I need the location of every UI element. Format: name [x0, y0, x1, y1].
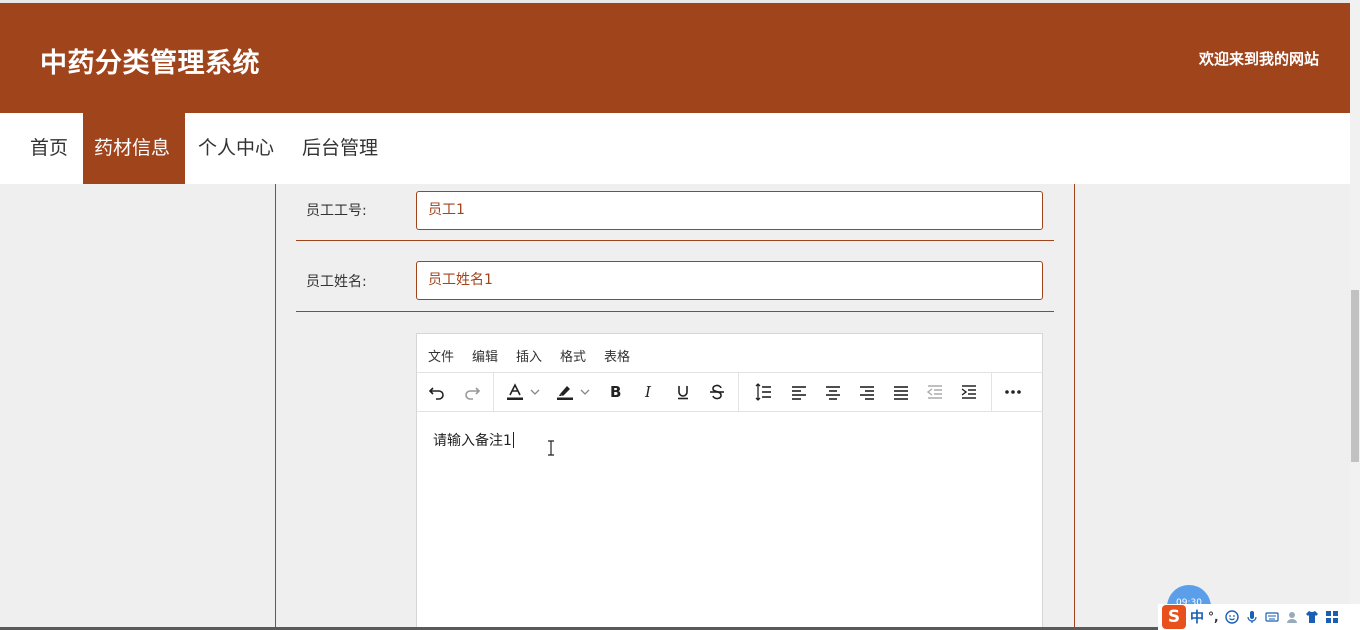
skin-shirt-icon[interactable] — [1305, 610, 1319, 624]
bold-icon[interactable]: B — [605, 382, 625, 402]
underline-icon[interactable] — [673, 382, 693, 402]
nav-herb-info[interactable]: 药材信息 — [83, 113, 185, 184]
toolbox-grid-icon[interactable] — [1325, 610, 1339, 624]
text-color-icon[interactable] — [505, 382, 525, 402]
menu-format[interactable]: 格式 — [560, 346, 586, 365]
editor-toolbar: B I — [417, 373, 1042, 412]
ibeam-cursor-icon — [548, 440, 554, 456]
align-left-icon[interactable] — [789, 382, 809, 402]
form-row-employee-id: 员工工号: 员工1 — [296, 184, 1054, 241]
indent-icon[interactable] — [959, 382, 979, 402]
ime-toolbar: S 中 °, — [1158, 604, 1360, 630]
main-nav: 首页 药材信息 个人中心 后台管理 — [0, 113, 1350, 184]
form-panel: 员工工号: 员工1 员工姓名: 员工姓名1 文件 编辑 插入 格式 表格 B I… — [275, 184, 1075, 630]
svg-text:B: B — [610, 383, 621, 401]
page-scrollbar[interactable] — [1350, 0, 1360, 630]
menu-file[interactable]: 文件 — [428, 346, 454, 365]
nav-personal-center[interactable]: 个人中心 — [188, 113, 284, 184]
undo-icon[interactable] — [427, 382, 447, 402]
ime-mode-toggle[interactable]: 中 — [1190, 607, 1204, 627]
editor-content-area[interactable]: 请输入备注1 — [433, 430, 514, 450]
line-height-icon[interactable] — [753, 382, 773, 402]
ime-punct-toggle[interactable]: °, — [1208, 610, 1219, 624]
scrollbar-thumb[interactable] — [1351, 290, 1359, 462]
form-row-employee-name: 员工姓名: 员工姓名1 — [296, 241, 1054, 312]
strikethrough-icon[interactable] — [707, 382, 727, 402]
main-content: 员工工号: 员工1 员工姓名: 员工姓名1 文件 编辑 插入 格式 表格 B I… — [0, 184, 1350, 630]
menu-insert[interactable]: 插入 — [516, 346, 542, 365]
employee-name-input[interactable]: 员工姓名1 — [416, 261, 1043, 300]
emoji-icon[interactable] — [1224, 610, 1239, 624]
site-title: 中药分类管理系统 — [40, 48, 260, 79]
outdent-icon[interactable] — [925, 382, 945, 402]
editor-menubar: 文件 编辑 插入 格式 表格 — [417, 334, 1042, 373]
menu-table[interactable]: 表格 — [604, 346, 630, 365]
svg-text:I: I — [644, 383, 652, 401]
employee-id-label: 员工工号: — [306, 203, 367, 219]
user-icon[interactable] — [1285, 610, 1299, 624]
text-caret — [512, 432, 514, 448]
nav-home[interactable]: 首页 — [20, 113, 78, 184]
sogou-logo-icon[interactable]: S — [1162, 605, 1186, 629]
employee-name-label: 员工姓名: — [306, 274, 367, 290]
align-right-icon[interactable] — [857, 382, 877, 402]
welcome-text: 欢迎来到我的网站 — [1198, 50, 1319, 68]
editor-text: 请输入备注1 — [433, 433, 512, 449]
text-color-dropdown-icon[interactable] — [529, 382, 541, 402]
more-icon[interactable] — [1003, 382, 1023, 402]
keyboard-icon[interactable] — [1264, 610, 1279, 624]
highlight-icon[interactable] — [555, 382, 575, 402]
employee-id-input[interactable]: 员工1 — [416, 191, 1043, 230]
microphone-icon[interactable] — [1245, 610, 1259, 624]
rich-text-editor: 文件 编辑 插入 格式 表格 B I 请输入备注1 — [416, 333, 1043, 630]
redo-icon[interactable] — [462, 382, 482, 402]
menu-edit[interactable]: 编辑 — [472, 346, 498, 365]
justify-icon[interactable] — [891, 382, 911, 402]
italic-icon[interactable]: I — [639, 382, 659, 402]
site-header: 中药分类管理系统 欢迎来到我的网站 — [0, 3, 1350, 113]
nav-admin[interactable]: 后台管理 — [292, 113, 388, 184]
align-center-icon[interactable] — [823, 382, 843, 402]
highlight-dropdown-icon[interactable] — [579, 382, 591, 402]
